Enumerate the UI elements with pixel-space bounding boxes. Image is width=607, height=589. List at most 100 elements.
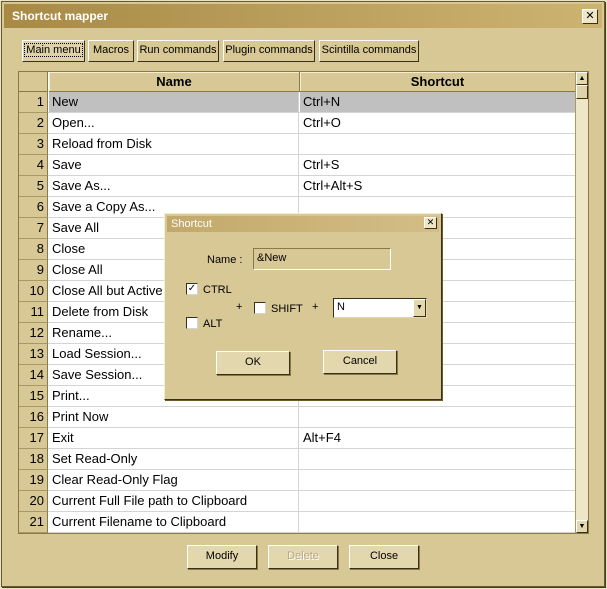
window-close-button[interactable]: ✕ xyxy=(582,9,598,24)
row-number[interactable]: 17 xyxy=(19,428,48,449)
row-number[interactable]: 11 xyxy=(19,302,48,323)
table-row[interactable]: 20 Current Full File path to Clipboard xyxy=(19,491,575,512)
close-button-label: Close xyxy=(369,550,399,562)
dropdown-arrow: ▼ xyxy=(416,304,423,311)
shortcut-cell[interactable] xyxy=(300,470,575,490)
row-number[interactable]: 16 xyxy=(19,407,48,428)
shortcut-cell[interactable] xyxy=(300,407,575,427)
shortcut-cell[interactable]: Alt+F4 xyxy=(300,428,575,448)
tab-scintilla-commands[interactable]: Scintilla commands xyxy=(319,40,419,62)
key-combo[interactable]: N ▼ xyxy=(333,298,427,318)
shortcut-cell[interactable] xyxy=(300,449,575,469)
table-row[interactable]: 1 New Ctrl+N xyxy=(19,92,575,113)
column-header-name[interactable]: Name xyxy=(49,72,300,92)
command-name-cell[interactable]: Clear Read-Only Flag xyxy=(49,470,299,490)
ok-button-label: OK xyxy=(245,356,261,368)
table-row[interactable]: 16 Print Now xyxy=(19,407,575,428)
table-row[interactable]: 19 Clear Read-Only Flag xyxy=(19,470,575,491)
command-name-cell[interactable]: Open... xyxy=(49,113,299,133)
name-value: &New xyxy=(257,252,287,264)
tab-plugin-commands[interactable]: Plugin commands xyxy=(223,40,315,62)
row-number[interactable]: 15 xyxy=(19,386,48,407)
command-name-cell[interactable]: Set Read-Only xyxy=(49,449,299,469)
arrow-down-icon: ▼ xyxy=(578,523,586,530)
modify-button-label: Modify xyxy=(205,550,239,562)
row-number[interactable]: 21 xyxy=(19,512,48,533)
window-title: Shortcut mapper xyxy=(12,9,109,23)
ctrl-label: CTRL xyxy=(203,284,232,296)
command-name-cell[interactable]: Reload from Disk xyxy=(49,134,299,154)
table-row[interactable]: 2 Open... Ctrl+O xyxy=(19,113,575,134)
ctrl-checkbox[interactable]: ✓ xyxy=(186,283,198,295)
row-number[interactable]: 18 xyxy=(19,449,48,470)
row-number[interactable]: 3 xyxy=(19,134,48,155)
plus-sign: + xyxy=(236,301,243,313)
shortcut-cell[interactable] xyxy=(300,512,575,532)
table-row[interactable]: 21 Current Filename to Clipboard xyxy=(19,512,575,533)
scroll-thumb[interactable] xyxy=(576,85,588,99)
shortcut-cell[interactable]: Ctrl+Alt+S xyxy=(300,176,575,196)
command-name-cell[interactable]: Save xyxy=(49,155,299,175)
row-number[interactable]: 20 xyxy=(19,491,48,512)
name-field: &New xyxy=(253,248,391,270)
row-number[interactable]: 2 xyxy=(19,113,48,134)
row-number[interactable]: 12 xyxy=(19,323,48,344)
tab-run-commands[interactable]: Run commands xyxy=(137,40,219,62)
row-number[interactable]: 4 xyxy=(19,155,48,176)
table-row[interactable]: 5 Save As... Ctrl+Alt+S xyxy=(19,176,575,197)
scroll-down-button[interactable]: ▼ xyxy=(576,520,588,533)
close-button[interactable]: Close xyxy=(349,545,419,569)
command-name-cell[interactable]: Current Full File path to Clipboard xyxy=(49,491,299,511)
table-row[interactable]: 17 Exit Alt+F4 xyxy=(19,428,575,449)
ok-button[interactable]: OK xyxy=(216,351,290,375)
grid-corner xyxy=(19,72,48,92)
shortcut-cell[interactable]: Ctrl+S xyxy=(300,155,575,175)
cancel-button[interactable]: Cancel xyxy=(323,350,397,374)
tab-label: Scintilla commands xyxy=(321,44,417,56)
close-icon: ✕ xyxy=(426,217,435,227)
row-number[interactable]: 9 xyxy=(19,260,48,281)
chevron-down-icon[interactable]: ▼ xyxy=(413,299,426,317)
command-name-cell[interactable]: Print Now xyxy=(49,407,299,427)
vertical-scrollbar[interactable]: ▲ ▼ xyxy=(575,72,588,533)
alt-checkbox[interactable] xyxy=(186,317,198,329)
alt-label: ALT xyxy=(203,318,223,330)
tab-label: Macros xyxy=(92,44,130,56)
tab-label: Run commands xyxy=(139,44,217,56)
row-number[interactable]: 10 xyxy=(19,281,48,302)
shortcut-cell[interactable] xyxy=(300,134,575,154)
row-number[interactable]: 1 xyxy=(19,92,48,113)
shortcut-cell[interactable]: Ctrl+O xyxy=(300,113,575,133)
shortcut-cell[interactable]: Ctrl+N xyxy=(300,92,575,112)
dialog-title-bar[interactable]: Shortcut ✕ xyxy=(167,216,439,232)
row-number[interactable]: 14 xyxy=(19,365,48,386)
row-number[interactable]: 6 xyxy=(19,197,48,218)
row-number[interactable]: 19 xyxy=(19,470,48,491)
scroll-up-button[interactable]: ▲ xyxy=(576,72,588,85)
delete-button-label: Delete xyxy=(287,550,319,562)
dialog-close-button[interactable]: ✕ xyxy=(424,217,437,229)
row-number[interactable]: 5 xyxy=(19,176,48,197)
command-name-cell[interactable]: Exit xyxy=(49,428,299,448)
shortcut-dialog: Shortcut ✕ Name : &New ✓ CTRL ALT + SHIF… xyxy=(164,213,442,400)
command-name-cell[interactable]: New xyxy=(49,92,299,112)
tab-label: Plugin commands xyxy=(225,44,313,56)
modify-button[interactable]: Modify xyxy=(187,545,257,569)
row-number[interactable]: 8 xyxy=(19,239,48,260)
title-bar[interactable]: Shortcut mapper ✕ xyxy=(4,4,602,28)
command-name-cell[interactable]: Save As... xyxy=(49,176,299,196)
plus-sign: + xyxy=(312,301,319,313)
command-name-cell[interactable]: Current Filename to Clipboard xyxy=(49,512,299,532)
row-number[interactable]: 7 xyxy=(19,218,48,239)
row-number[interactable]: 13 xyxy=(19,344,48,365)
tab-macros[interactable]: Macros xyxy=(88,40,134,62)
table-row[interactable]: 18 Set Read-Only xyxy=(19,449,575,470)
table-row[interactable]: 3 Reload from Disk xyxy=(19,134,575,155)
table-row[interactable]: 4 Save Ctrl+S xyxy=(19,155,575,176)
tab-main-menu[interactable]: Main menu xyxy=(22,40,85,62)
dialog-title: Shortcut xyxy=(171,218,212,230)
delete-button[interactable]: Delete xyxy=(268,545,338,569)
shift-checkbox[interactable] xyxy=(254,302,266,314)
shortcut-cell[interactable] xyxy=(300,491,575,511)
column-header-shortcut[interactable]: Shortcut xyxy=(300,72,576,92)
